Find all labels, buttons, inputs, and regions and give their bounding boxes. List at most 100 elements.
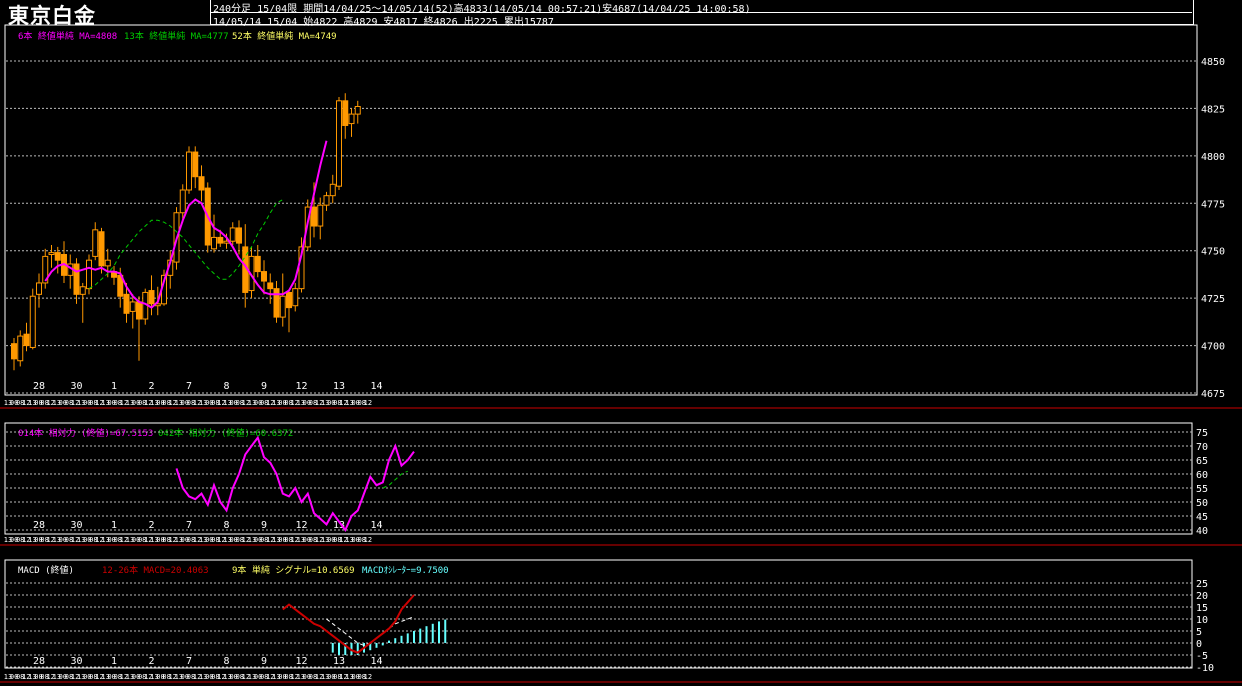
candle-body [279,295,286,318]
candle-body [192,151,199,178]
day-label: 9 [261,520,267,531]
macd-y-tick: 20 [1196,591,1208,602]
rsi-y-tick: 50 [1196,498,1208,509]
macd-y-tick: 10 [1196,615,1208,626]
day-label: 7 [186,656,192,667]
candle-body [323,195,330,206]
candle-body [73,263,80,295]
candle-body [79,286,86,295]
candle-body [261,271,267,282]
candle-body [11,343,17,360]
day-label: 30 [70,381,82,392]
candle-body [229,227,236,242]
day-label: 30 [70,520,82,531]
candle-body [267,282,274,290]
chart-canvas: 4675470047254750477548004825485040455055… [0,24,1242,683]
rsi-y-tick: 70 [1196,442,1208,453]
candle-body [92,229,99,257]
candle-body [136,301,142,320]
day-label: 13 [333,656,345,667]
candle-body [211,236,217,250]
rsi-frame [4,422,1193,535]
candle-body [354,106,361,115]
day-label: 12 [295,381,307,392]
macd-y-tick: -5 [1196,651,1208,662]
day-label: 1 [111,381,117,392]
candle-body [36,282,42,295]
candle-body [17,335,24,362]
price-y-tick: 4750 [1201,247,1225,258]
macd-y-tick: 15 [1196,603,1208,614]
day-label: 2 [148,520,154,531]
candle-body [348,113,355,125]
day-label: 12 [295,520,307,531]
candle-body [311,206,317,227]
macd-y-tick: 5 [1196,627,1202,638]
rsi-y-tick: 40 [1196,526,1208,537]
candle-body [292,288,299,307]
day-label: 2 [148,656,154,667]
candle-body [104,259,111,267]
candle-body [23,333,30,347]
candle-body [198,176,205,191]
day-label: 9 [261,656,267,667]
day-label: 8 [223,656,229,667]
candle-body [186,151,192,191]
day-label: 14 [370,381,382,392]
candle-body [329,183,336,197]
price-y-tick: 4675 [1201,389,1225,400]
candle-body [148,290,155,305]
day-label: 14 [370,520,382,531]
day-label: 14 [370,656,382,667]
day-label: 2 [148,381,154,392]
macd-y-tick: 25 [1196,579,1208,590]
candle-body [48,252,55,255]
candle-body [86,259,92,290]
day-label: 7 [186,381,192,392]
time-tick: 12 [364,673,372,681]
price-y-tick: 4800 [1201,152,1225,163]
candle-body [254,255,261,273]
candle-body [273,288,280,318]
candle-body [342,100,349,126]
price-y-tick: 4700 [1201,342,1225,353]
candle-body [317,204,324,227]
rsi-y-tick: 45 [1196,512,1208,523]
candle-body [129,301,136,312]
price-y-tick: 4725 [1201,294,1225,305]
rsi-y-tick: 60 [1196,470,1208,481]
day-label: 7 [186,520,192,531]
price-y-tick: 4850 [1201,57,1225,68]
candle-body [98,231,105,267]
day-label: 8 [223,520,229,531]
rsi-y-tick: 65 [1196,456,1208,467]
day-label: 28 [33,656,45,667]
rsi-y-tick: 75 [1196,428,1208,439]
day-label: 9 [261,381,267,392]
time-tick: 12 [364,536,372,544]
day-label: 30 [70,656,82,667]
day-label: 1 [111,656,117,667]
time-tick: 12 [364,399,372,407]
day-label: 28 [33,381,45,392]
price-y-tick: 4775 [1201,199,1225,210]
day-label: 28 [33,520,45,531]
macd-y-tick: 0 [1196,639,1202,650]
rsi-y-tick: 55 [1196,484,1208,495]
price-y-tick: 4825 [1201,104,1225,115]
day-label: 8 [223,381,229,392]
candle-body [336,100,342,187]
macd-y-tick: -10 [1196,663,1214,674]
candle-body [286,291,292,309]
day-label: 1 [111,520,117,531]
candle-body [236,227,242,244]
candle-body [217,236,224,244]
candle-body [123,293,130,314]
day-label: 12 [295,656,307,667]
candle-body [54,252,61,261]
macd-frame [4,559,1193,669]
macd-series-line [282,594,415,654]
candle-body [29,295,36,348]
candle-body [179,189,186,214]
day-label: 13 [333,381,345,392]
